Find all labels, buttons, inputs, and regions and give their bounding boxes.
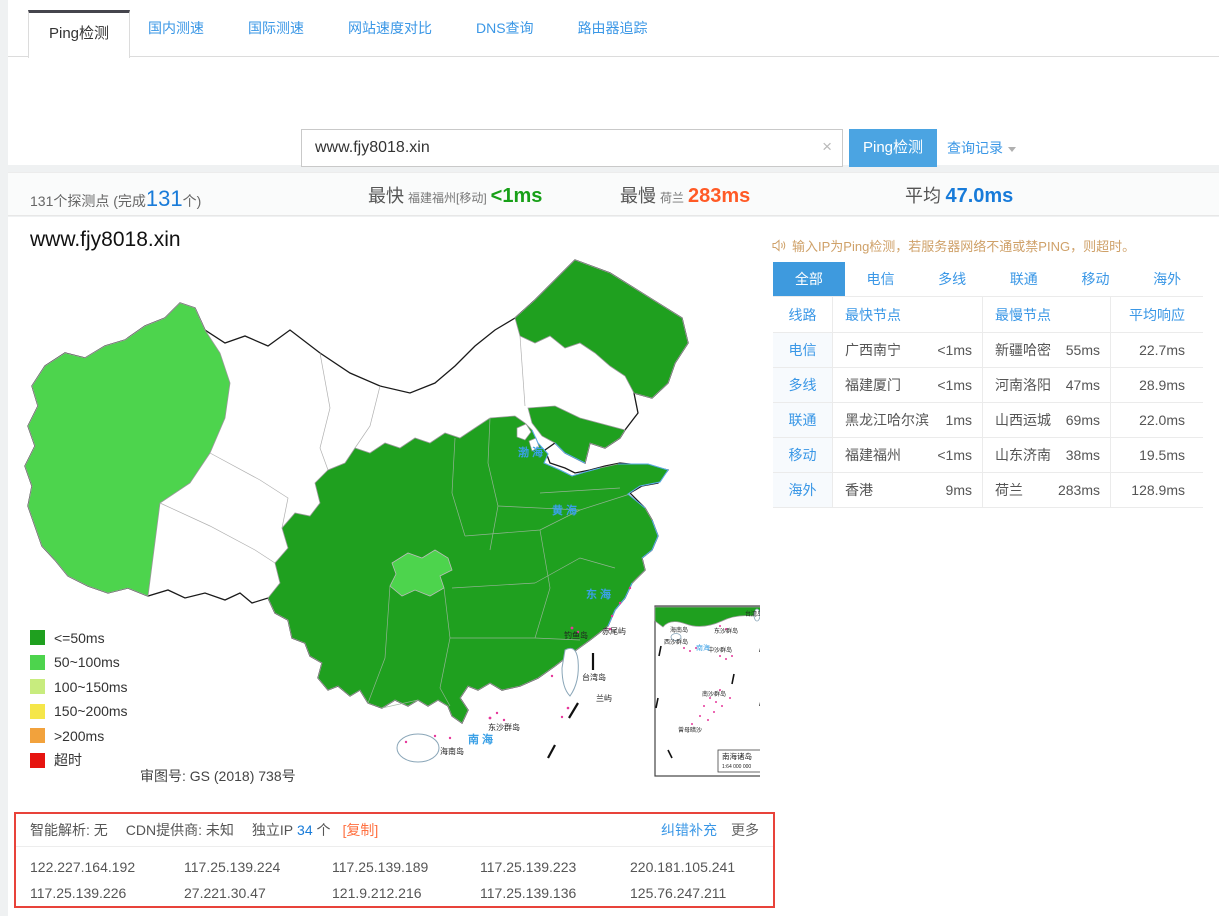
- ip-unit: 个: [317, 820, 331, 840]
- chevron-down-icon: [1008, 147, 1016, 152]
- latency-legend: <=50ms 50~100ms 100~150ms 150~200ms >200…: [30, 630, 128, 777]
- china-latency-map: 渤 海 黄 海 东 海 南 海 钓鱼岛 赤尾屿 台湾岛 兰屿 东沙群岛 海南岛: [20, 258, 760, 790]
- ip-item: 121.9.212.216: [332, 881, 480, 905]
- map-license-number: 审图号: GS (2018) 738号: [140, 766, 296, 786]
- tab-dns-query[interactable]: DNS查询: [476, 18, 534, 38]
- result-tab-unicom[interactable]: 联通: [988, 262, 1060, 296]
- ip-item: 220.181.105.241: [630, 855, 759, 879]
- ping-tip: 输入IP为Ping检测，若服务器网络不通或禁PING，则超时。: [772, 236, 1135, 255]
- svg-text:南沙群岛: 南沙群岛: [702, 690, 726, 698]
- svg-text:台湾岛: 台湾岛: [582, 672, 606, 682]
- svg-text:曾母暗沙: 曾母暗沙: [678, 726, 702, 734]
- search-section: × Ping检测 查询记录 全选 电信 多线 联通 移动 海外: [8, 57, 1219, 165]
- svg-text:钓鱼岛: 钓鱼岛: [564, 630, 588, 640]
- legend-swatch: [30, 728, 45, 743]
- ip-item: 117.25.139.136: [480, 881, 630, 905]
- result-table: 线路 最快节点 最慢节点 平均响应 电信 广西南宁<1ms 新疆哈密55ms 2…: [773, 296, 1203, 508]
- tab-traceroute[interactable]: 路由器追踪: [578, 18, 648, 38]
- svg-text:赤尾屿: 赤尾屿: [602, 627, 626, 636]
- ping-test-button[interactable]: Ping检测: [849, 129, 937, 167]
- table-row: 联通 黑龙江哈尔滨1ms 山西运城69ms 22.0ms: [773, 403, 1203, 438]
- legend-swatch: [30, 630, 45, 645]
- ip-item: 122.227.164.192: [30, 855, 184, 879]
- legend-swatch: [30, 655, 45, 670]
- cdn-label: CDN提供商:: [126, 820, 202, 840]
- tab-international-speed[interactable]: 国际测速: [248, 18, 304, 38]
- svg-text:黄 海: 黄 海: [552, 503, 577, 517]
- svg-text:渤 海: 渤 海: [518, 445, 543, 459]
- ip-count: 34: [297, 822, 313, 838]
- region-taiwan: [562, 648, 578, 696]
- ip-resolution-box: 智能解析: 无 CDN提供商: 未知 独立IP 34 个 [复制] 纠错补充 更…: [14, 812, 775, 908]
- copy-ips-link[interactable]: [复制]: [343, 820, 379, 840]
- speaker-icon: [772, 239, 787, 252]
- tab-domestic-speed[interactable]: 国内测速: [148, 18, 204, 38]
- domain-input[interactable]: [302, 130, 842, 166]
- search-box: ×: [301, 129, 843, 167]
- legend-swatch: [30, 679, 45, 694]
- table-row: 电信 广西南宁<1ms 新疆哈密55ms 22.7ms: [773, 333, 1203, 368]
- ip-item: 125.76.247.211: [630, 881, 759, 905]
- error-correction-link[interactable]: 纠错补充: [661, 820, 717, 840]
- svg-text:1:64 000 000: 1:64 000 000: [722, 764, 751, 770]
- region-hainan: [397, 734, 439, 762]
- clear-input-icon[interactable]: ×: [822, 137, 832, 157]
- average-value: 47.0ms: [945, 185, 1013, 208]
- slowest-value: 283ms: [688, 185, 750, 208]
- top-tab-bar: Ping检测 国内测速 国际测速 网站速度对比 DNS查询 路由器追踪: [8, 0, 1219, 57]
- table-header-row: 线路 最快节点 最慢节点 平均响应: [773, 297, 1203, 333]
- table-row: 多线 福建厦门<1ms 河南洛阳47ms 28.9ms: [773, 368, 1203, 403]
- svg-text:东沙群岛: 东沙群岛: [714, 627, 738, 635]
- result-tab-telecom[interactable]: 电信: [845, 262, 917, 296]
- svg-text:西沙群岛: 西沙群岛: [664, 638, 688, 646]
- average-stat: 平均 47.0ms: [905, 182, 1013, 208]
- svg-text:海南岛: 海南岛: [440, 746, 464, 756]
- legend-swatch: [30, 704, 45, 719]
- slowest-stat: 最慢 荷兰 283ms: [620, 182, 750, 208]
- cdn-value: 未知: [206, 820, 234, 840]
- result-tab-mobile[interactable]: 移动: [1060, 262, 1132, 296]
- tab-site-speed-compare[interactable]: 网站速度对比: [348, 18, 432, 38]
- ip-item: 117.25.139.189: [332, 855, 480, 879]
- svg-text:兰屿: 兰屿: [596, 693, 612, 703]
- south-china-sea-inset: 台湾岛 东沙群岛 海南岛 西沙群岛 中沙群岛 南沙群岛 曾母暗沙 南海 南海诸岛…: [655, 606, 760, 776]
- smart-resolve-value: 无: [94, 820, 108, 840]
- more-link[interactable]: 更多: [731, 820, 759, 840]
- page: Ping检测 国内测速 国际测速 网站速度对比 DNS查询 路由器追踪 × Pi…: [0, 0, 1219, 916]
- ip-list: 122.227.164.192 117.25.139.224 117.25.13…: [16, 847, 773, 905]
- legend-swatch: [30, 753, 45, 768]
- svg-text:南 海: 南 海: [468, 732, 493, 746]
- ip-item: 117.25.139.226: [30, 881, 184, 905]
- svg-text:南海诸岛: 南海诸岛: [722, 751, 752, 761]
- result-line-tabs: 全部 电信 多线 联通 移动 海外: [773, 262, 1203, 296]
- map-domain-title: www.fjy8018.xin: [30, 228, 181, 252]
- svg-text:海南岛: 海南岛: [670, 626, 688, 634]
- table-row: 移动 福建福州<1ms 山东济南38ms 19.5ms: [773, 438, 1203, 473]
- result-tab-all[interactable]: 全部: [773, 262, 845, 296]
- tab-ping-test[interactable]: Ping检测: [28, 10, 130, 58]
- svg-text:台湾岛: 台湾岛: [745, 610, 760, 618]
- ip-item: 27.221.30.47: [184, 881, 332, 905]
- fastest-value: <1ms: [491, 185, 543, 208]
- svg-text:南海: 南海: [696, 643, 710, 652]
- ip-item: 117.25.139.224: [184, 855, 332, 879]
- result-tab-overseas[interactable]: 海外: [1131, 262, 1203, 296]
- svg-text:东沙群岛: 东沙群岛: [488, 722, 520, 732]
- svg-text:中沙群岛: 中沙群岛: [708, 646, 732, 654]
- fastest-stat: 最快 福建福州[移动] <1ms: [368, 182, 542, 208]
- independent-ip-label: 独立IP: [252, 820, 293, 840]
- result-tab-multiline[interactable]: 多线: [916, 262, 988, 296]
- table-row: 海外 香港9ms 荷兰283ms 128.9ms: [773, 473, 1203, 508]
- completed-count: 131: [146, 188, 183, 210]
- probe-count: 131个探测点 (完成131个): [30, 188, 201, 211]
- smart-resolve-label: 智能解析:: [30, 820, 90, 840]
- ip-item: 117.25.139.223: [480, 855, 630, 879]
- query-history-link[interactable]: 查询记录: [947, 138, 1016, 158]
- top-tab-links: 国内测速 国际测速 网站速度对比 DNS查询 路由器追踪: [148, 0, 648, 56]
- svg-text:东 海: 东 海: [586, 587, 611, 601]
